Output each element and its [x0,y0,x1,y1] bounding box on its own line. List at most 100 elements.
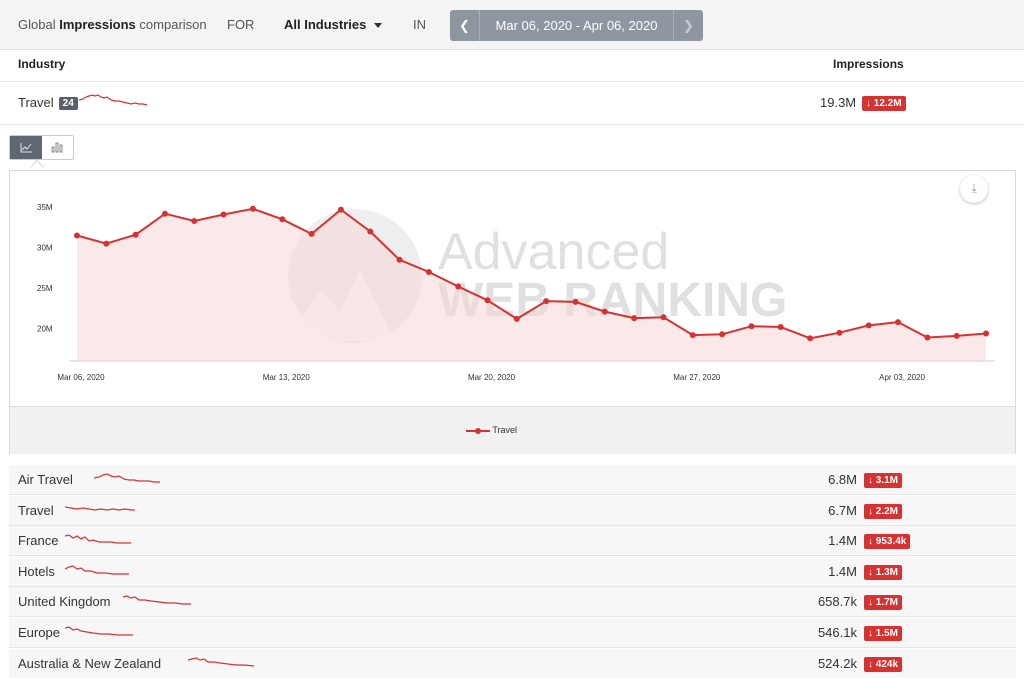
column-impressions[interactable]: Impressions [833,57,904,71]
impressions-chart: Advanced WEB RANKING 20M25M30M35M Mar 06… [37,203,995,382]
sparkline [122,595,191,605]
y-tick-label: 30M [37,244,53,253]
data-point[interactable] [836,329,843,336]
line-chart-icon [20,143,32,153]
data-point[interactable] [660,314,667,321]
row-name: Travel [18,502,54,518]
sparkline [65,565,130,575]
data-point[interactable] [425,269,432,275]
data-point[interactable] [220,211,227,218]
table-row[interactable]: Travel 6.7M ↓ 2.2M [9,495,1016,526]
impressions-value: 658.7k [817,594,857,610]
row-name: United Kingdom [18,594,111,610]
page-title: Global Impressions comparison [18,17,207,32]
table-row[interactable]: France 1.4M ↓ 953.4k [9,526,1016,557]
row-name: France [18,533,59,549]
data-point[interactable] [132,231,139,238]
data-point[interactable] [572,298,579,305]
line-chart-button[interactable] [10,136,42,159]
sparkline [65,534,132,544]
chevron-right-icon[interactable]: ❯ [673,10,703,41]
delta-badge: ↓ 2.2M [864,503,903,519]
data-point[interactable] [807,335,814,342]
date-range-value[interactable]: Mar 06, 2020 - Apr 06, 2020 [481,10,672,41]
x-tick-label: Mar 13, 2020 [263,373,311,382]
y-tick-label: 35M [37,203,53,212]
data-point[interactable] [162,210,168,217]
table-row[interactable]: Australia & New Zealand 524.2k ↓ 424k [9,648,1016,678]
data-point[interactable] [601,308,608,315]
delta-badge: ↓ 1.3M [864,564,903,580]
bar-chart-icon [51,142,63,153]
data-point[interactable] [103,240,110,247]
chevron-left-icon[interactable]: ❮ [450,10,480,41]
table-row[interactable]: Air Travel 6.8M ↓ 3.1M [9,465,1016,495]
date-range-picker[interactable]: ❮ Mar 06, 2020 - Apr 06, 2020 ❯ [450,10,703,41]
data-point[interactable] [777,324,784,330]
delta-badge: ↓ 1.5M [864,626,903,641]
data-point[interactable] [543,298,550,305]
delta-badge: ↓ 3.1M [864,473,903,488]
download-icon[interactable]: ⤓ [960,175,988,203]
data-point[interactable] [631,315,638,322]
sparkline [187,656,254,667]
impressions-value: 546.1k [817,625,857,640]
data-point[interactable] [924,334,931,341]
chart-type-toggle [9,135,74,160]
count-badge: 24 [58,97,78,110]
y-tick-label: 20M [37,325,53,334]
data-point[interactable] [689,332,696,339]
data-point[interactable] [396,256,403,263]
table-row[interactable]: Hotels 1.4M ↓ 1.3M [9,556,1016,587]
table-row[interactable]: United Kingdom 658.7k ↓ 1.7M [9,587,1016,618]
bar-chart-button[interactable] [42,136,74,159]
sparkline [94,473,160,483]
row-name: Hotels [18,563,55,579]
data-point[interactable] [865,322,872,329]
data-point[interactable] [513,315,520,322]
industry-select[interactable]: All Industries [284,17,383,32]
data-point[interactable] [983,330,989,337]
data-point[interactable] [249,205,256,212]
table-row-main[interactable]: Travel 24 19.3M ↓ 12.2M [0,83,1024,125]
x-axis-ticks: Mar 06, 2020 Mar 13, 2020 Mar 20, 2020 Mar … [57,373,925,382]
caret-down-icon [374,23,383,29]
legend-item-travel[interactable]: Travel [466,425,517,435]
data-point[interactable] [279,216,286,223]
x-tick-label: Mar 06, 2020 [57,373,105,382]
x-tick-label: Mar 20, 2020 [468,373,516,382]
row-name: Australia & New Zealand [18,655,162,671]
delta-badge: ↓ 953.4k [864,534,911,550]
impressions-value: 1.4M [828,563,857,579]
sparkline [65,506,136,511]
data-point[interactable] [74,232,80,239]
impressions-value: 6.7M [828,502,857,518]
industry-select-value: All Industries [284,17,367,32]
table-header: Industry Impressions [0,50,1024,82]
title-metric: Impressions [59,17,136,32]
row-name: Travel 24 [18,95,78,110]
y-axis-ticks: 20M 25M 30M 35M [37,203,53,333]
row-name: Europe [18,625,60,640]
column-industry[interactable]: Industry [18,57,65,71]
data-point[interactable] [337,206,344,213]
x-tick-label: Mar 27, 2020 [673,373,721,382]
impressions-value: 524.2k [817,655,857,671]
data-point[interactable] [719,331,726,338]
data-point[interactable] [953,332,960,339]
data-point[interactable] [455,283,462,290]
sparkline [65,626,134,636]
impressions-value: 1.4M [828,533,857,549]
legend-label: Travel [492,425,518,435]
top-bar: Global Impressions comparison FOR All In… [0,0,1024,50]
table-row[interactable]: Europe 546.1k ↓ 1.5M [9,618,1016,648]
data-point[interactable] [748,323,755,330]
data-point[interactable] [895,319,901,326]
chart-panel: Advanced WEB RANKING 20M 25M 30M 35M Mar 06… [9,170,1016,454]
for-label: FOR [227,17,255,32]
delta-badge: ↓ 424k [864,656,903,672]
data-point[interactable] [191,218,198,224]
data-point[interactable] [367,228,374,235]
data-point[interactable] [484,297,491,304]
data-point[interactable] [308,230,315,237]
